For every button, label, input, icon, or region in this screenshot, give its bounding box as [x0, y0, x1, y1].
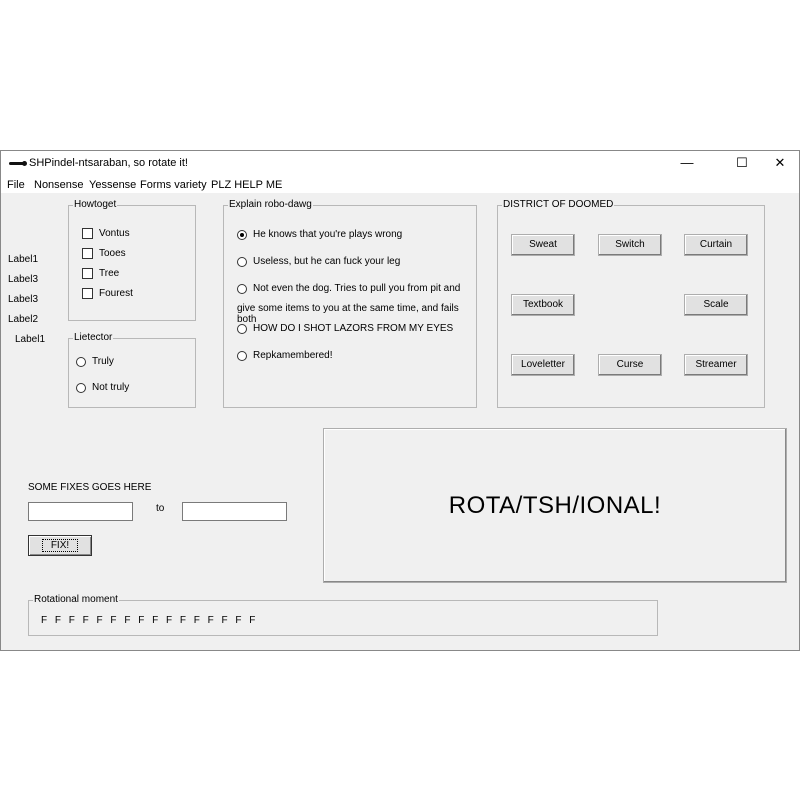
radio-label: Repkamembered! — [253, 350, 333, 361]
radio-repkamembered[interactable]: Repkamembered! — [237, 350, 332, 361]
window-title: SHPindel-ntsaraban, so rotate it! — [29, 157, 188, 169]
lietector-group: Lietector Truly Not truly — [68, 332, 196, 408]
sweat-button[interactable]: Sweat — [511, 234, 575, 256]
rotational-letters: F F F F F F F F F F F F F F F F — [41, 615, 256, 626]
explain-title: Explain robo-dawg — [228, 199, 313, 211]
explain-robo-dawg-group: Explain robo-dawg He knows that you're p… — [223, 199, 477, 408]
label-3a: Label3 — [8, 274, 39, 285]
radio-label: Not truly — [92, 382, 130, 393]
radio-not-truly[interactable]: Not truly — [76, 382, 129, 393]
label-1b: Label1 — [15, 334, 46, 345]
fix-to-input[interactable] — [182, 502, 287, 521]
menu-file[interactable]: File — [7, 179, 25, 191]
fix-from-input[interactable] — [28, 502, 133, 521]
checkbox-box[interactable] — [82, 268, 93, 279]
fix-to-label: to — [156, 503, 165, 514]
radio-label-continued: give some items to you at the same time,… — [237, 303, 459, 325]
radio-circle[interactable] — [76, 356, 86, 367]
howtoget-group: Howtoget Vontus Tooes Tree Fourest — [68, 199, 196, 321]
checkbox-box[interactable] — [82, 288, 93, 299]
fix-button-label: FIX! — [41, 539, 79, 552]
checkbox-box[interactable] — [82, 248, 93, 259]
district-of-doomed-group: DISTRICT OF DOOMED Sweat Switch Curtain … — [497, 199, 765, 408]
howtoget-title: Howtoget — [73, 199, 118, 211]
checkbox-label: Vontus — [99, 228, 130, 239]
menu-plz-help-me[interactable]: PLZ HELP ME — [211, 179, 282, 191]
label-1a: Label1 — [8, 254, 39, 265]
switch-button[interactable]: Switch — [598, 234, 662, 256]
rotational-moment-title: Rotational moment — [33, 594, 119, 606]
radio-circle[interactable] — [237, 283, 247, 294]
menu-nonsense[interactable]: Nonsense — [34, 179, 84, 191]
streamer-button[interactable]: Streamer — [684, 354, 748, 376]
radio-label: Useless, but he can fuck your leg — [253, 256, 401, 267]
radio-useless[interactable]: Useless, but he can fuck your leg — [237, 256, 400, 267]
checkbox-label: Tooes — [99, 248, 126, 259]
fix-button[interactable]: FIX! — [28, 535, 92, 556]
radio-circle-checked[interactable] — [237, 229, 247, 240]
radio-knows-wrong[interactable]: He knows that you're plays wrong — [237, 229, 402, 240]
app-icon — [9, 161, 27, 166]
menu-forms-variety[interactable]: Forms variety — [140, 179, 207, 191]
textbook-button[interactable]: Textbook — [511, 294, 575, 316]
checkbox-label: Fourest — [99, 288, 133, 299]
menu-yessense[interactable]: Yessense — [89, 179, 136, 191]
radio-truly[interactable]: Truly — [76, 356, 114, 367]
label-3b: Label3 — [8, 294, 39, 305]
title-bar[interactable]: SHPindel-ntsaraban, so rotate it! — ☐ ✕ — [1, 151, 799, 175]
radio-label: HOW DO I SHOT LAZORS FROM MY EYES — [253, 323, 454, 334]
rotational-moment-group: Rotational moment F F F F F F F F F F F … — [28, 594, 658, 636]
curse-button[interactable]: Curse — [598, 354, 662, 376]
scale-button[interactable]: Scale — [684, 294, 748, 316]
radio-circle[interactable] — [237, 350, 247, 361]
radio-not-even-dog[interactable]: Not even the dog. Tries to pull you from… — [237, 283, 460, 294]
lietector-title: Lietector — [73, 332, 114, 344]
district-title: DISTRICT OF DOOMED — [502, 199, 615, 211]
checkbox-tree[interactable]: Tree — [82, 268, 119, 279]
checkbox-fourest[interactable]: Fourest — [82, 288, 133, 299]
checkbox-vontus[interactable]: Vontus — [82, 228, 130, 239]
checkbox-tooes[interactable]: Tooes — [82, 248, 126, 259]
curtain-button[interactable]: Curtain — [684, 234, 748, 256]
radio-circle[interactable] — [237, 323, 247, 334]
fixes-label: SOME FIXES GOES HERE — [28, 482, 152, 493]
radio-label: Truly — [92, 356, 114, 367]
radio-lazors[interactable]: HOW DO I SHOT LAZORS FROM MY EYES — [237, 323, 453, 334]
radio-circle[interactable] — [76, 382, 86, 393]
label-2: Label2 — [8, 314, 39, 325]
rotational-panel[interactable]: ROTA/TSH/IONAL! — [323, 428, 787, 583]
minimize-button[interactable]: — — [665, 151, 709, 175]
loveletter-button[interactable]: Loveletter — [511, 354, 575, 376]
close-button[interactable]: ✕ — [758, 151, 800, 175]
app-window: SHPindel-ntsaraban, so rotate it! — ☐ ✕ … — [0, 150, 800, 651]
rotational-panel-text: ROTA/TSH/IONAL! — [448, 491, 662, 519]
radio-label: Not even the dog. Tries to pull you from… — [253, 283, 461, 294]
radio-label: He knows that you're plays wrong — [253, 229, 403, 240]
checkbox-label: Tree — [99, 268, 120, 279]
checkbox-box[interactable] — [82, 228, 93, 239]
radio-circle[interactable] — [237, 256, 247, 267]
menu-bar: File Nonsense Yessense Forms variety PLZ… — [1, 175, 799, 193]
